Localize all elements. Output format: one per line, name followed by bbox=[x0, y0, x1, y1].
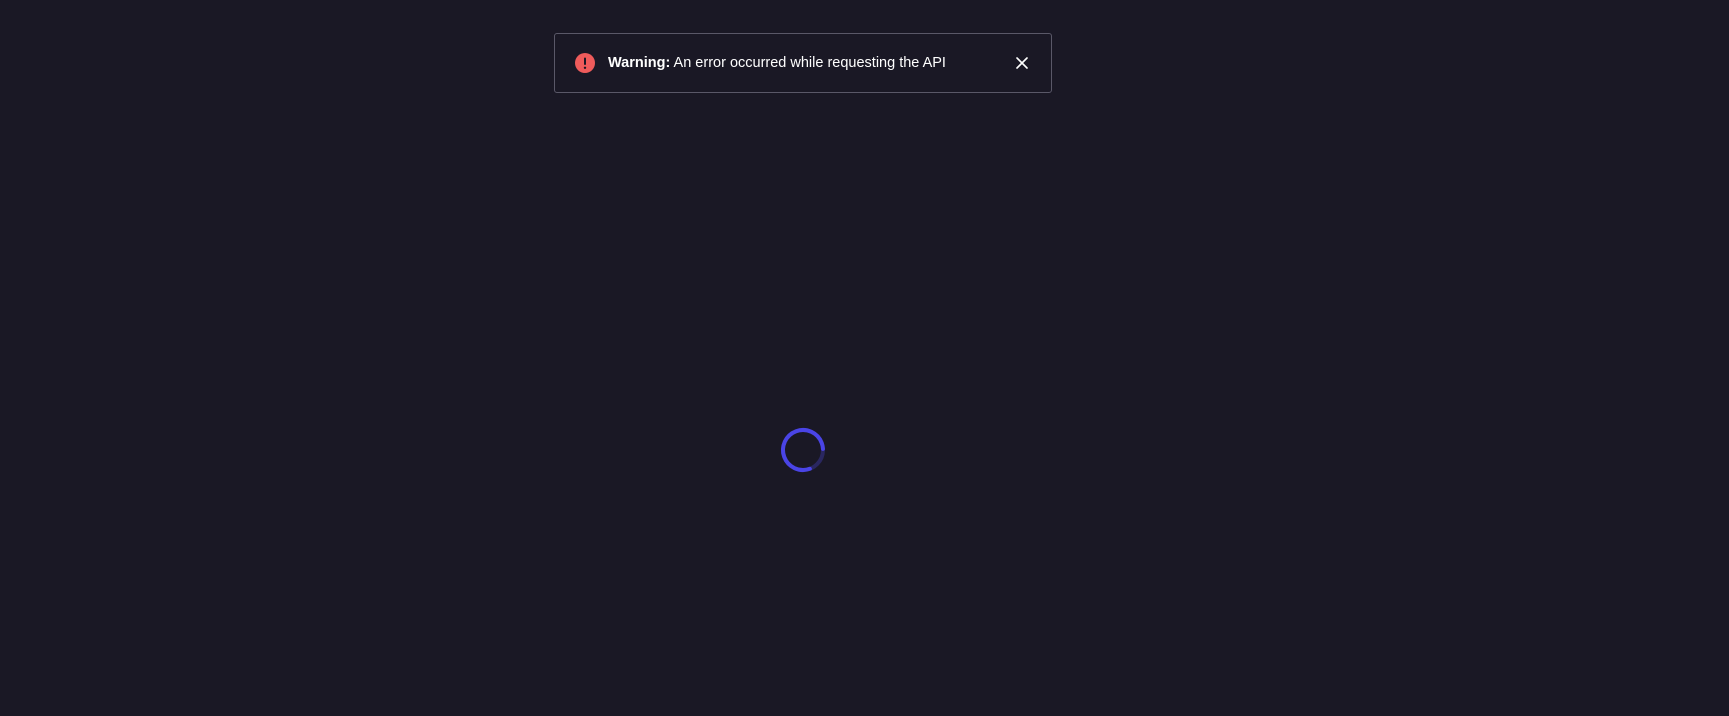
error-exclamation-icon bbox=[575, 53, 595, 73]
loading-spinner-icon bbox=[779, 426, 827, 474]
close-icon bbox=[1016, 57, 1028, 69]
toast-title: Warning: bbox=[608, 55, 671, 71]
toast-message: An error occurred while requesting the A… bbox=[673, 55, 946, 71]
page: Warning: An error occurred while request… bbox=[0, 0, 1729, 716]
close-toast-button[interactable] bbox=[1011, 52, 1033, 74]
toast-text: Warning: An error occurred while request… bbox=[608, 53, 1011, 73]
warning-toast: Warning: An error occurred while request… bbox=[554, 33, 1052, 93]
